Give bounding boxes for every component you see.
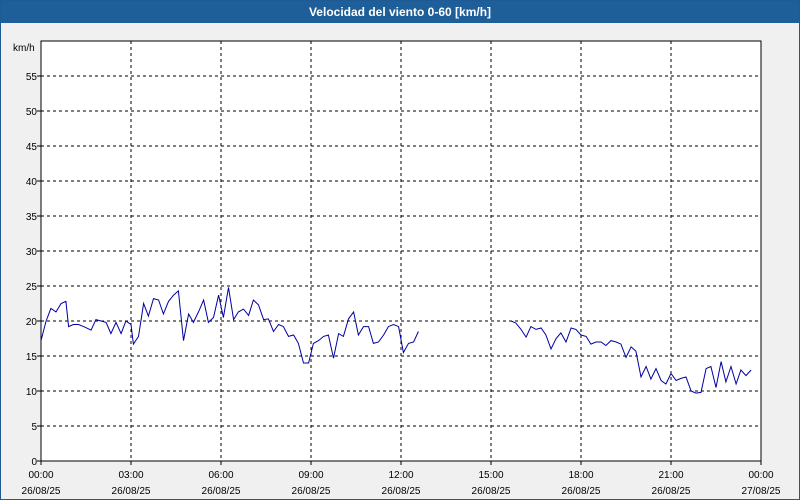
x-tick-date: 26/08/25 [292,486,331,497]
x-tick-date: 26/08/25 [562,486,601,497]
y-tick-label: 15 [26,352,38,363]
x-tick-time: 18:00 [568,470,593,481]
x-tick-time: 03:00 [118,470,143,481]
x-tick-time: 06:00 [208,470,233,481]
y-axis-ticks: 0 5 10 15 20 25 30 35 40 45 50 55 [26,72,41,468]
x-axis-ticks: 00:00 26/08/25 03:00 26/08/25 06:00 26/08/25 0… [22,461,781,497]
y-tick-label: 25 [26,282,38,293]
x-tick-date: 26/08/25 [652,486,691,497]
y-tick-label: 50 [26,107,38,118]
y-tick-label: 35 [26,212,38,223]
x-tick-time: 00:00 [748,470,773,481]
y-tick-label: 10 [26,387,38,398]
y-tick-label: 20 [26,317,38,328]
x-tick-time: 09:00 [298,470,323,481]
x-tick-date: 26/08/25 [112,486,151,497]
x-tick-date: 26/08/25 [202,486,241,497]
chart-title: Velocidad del viento 0-60 [km/h] [1,1,799,23]
y-tick-label: 0 [31,457,37,468]
x-tick-date: 27/08/25 [742,486,781,497]
y-tick-label: 55 [26,72,38,83]
y-axis-label: km/h [13,43,35,54]
wind-speed-chart: 0 5 10 15 20 25 30 35 40 45 50 55 00:00 26/08/25 03:0… [13,40,781,497]
y-tick-label: 30 [26,247,38,258]
y-tick-label: 5 [31,422,37,433]
x-tick-time: 15:00 [478,470,503,481]
y-tick-label: 45 [26,142,38,153]
y-tick-label: 40 [26,177,38,188]
x-tick-date: 26/08/25 [382,486,421,497]
x-tick-time: 00:00 [28,470,53,481]
x-tick-date: 26/08/25 [22,486,61,497]
x-tick-time: 21:00 [658,470,683,481]
x-tick-time: 12:00 [388,470,413,481]
chart-window: Velocidad del viento 0-60 [km/h] 0 5 10 15 2… [0,0,800,500]
x-tick-date: 26/08/25 [472,486,511,497]
